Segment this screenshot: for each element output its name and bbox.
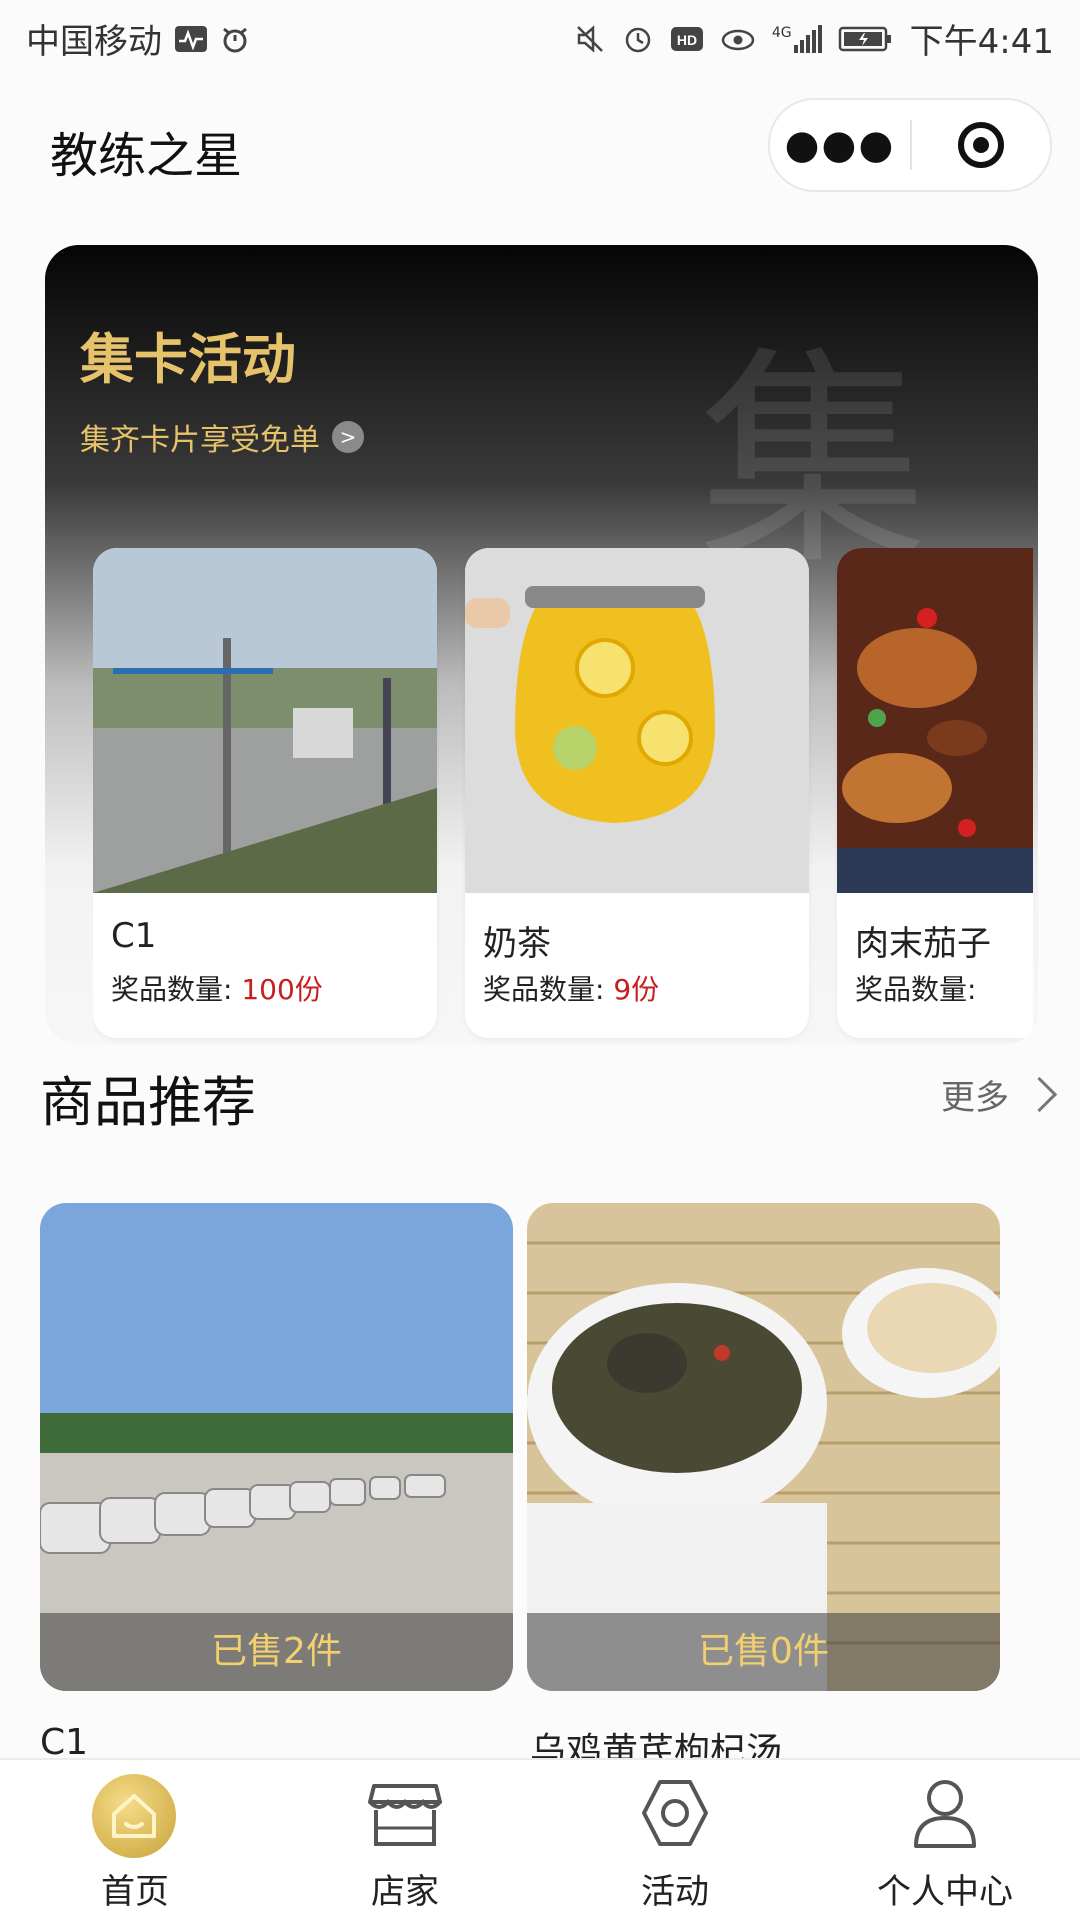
tab-bar: 首页 店家 活动 个人中心 bbox=[0, 1758, 1080, 1922]
tab-store[interactable]: 店家 bbox=[270, 1760, 540, 1922]
target-icon bbox=[958, 122, 1004, 168]
alarm-icon bbox=[625, 27, 651, 52]
tab-label: 活动 bbox=[641, 1872, 709, 1912]
network-type: 4G bbox=[771, 24, 792, 41]
signal-icon: 4G bbox=[771, 24, 822, 53]
prize-qty-label: 奖品数量: bbox=[111, 973, 242, 1006]
prize-qty-label: 奖品数量: bbox=[855, 973, 977, 1006]
eye-icon bbox=[721, 29, 755, 50]
prize-name: 肉末茄子 bbox=[855, 924, 991, 964]
card-activity-panel[interactable]: 集 集卡活动 集齐卡片享受免单 > C1 奖品数量: 100份 奶茶 奖品数量:… bbox=[45, 245, 1038, 1045]
carrier-name: 中国移动 bbox=[26, 22, 162, 62]
activity-icon bbox=[642, 1780, 708, 1846]
prize-image-driving-field bbox=[93, 548, 437, 893]
sold-count-badge: 已售2件 bbox=[40, 1613, 513, 1691]
store-icon bbox=[368, 1784, 442, 1846]
activity-subtitle: 集齐卡片享受免单 bbox=[80, 423, 320, 458]
status-right: HD 4G 下午4:41 bbox=[574, 14, 1054, 63]
mute-icon bbox=[576, 24, 603, 53]
product-name[interactable]: C1 bbox=[40, 1722, 88, 1763]
more-options-icon[interactable]: ●●● bbox=[770, 122, 910, 168]
hd-icon: HD bbox=[670, 26, 703, 51]
prize-name: 奶茶 bbox=[483, 924, 551, 964]
prize-quantity: 奖品数量: 9份 bbox=[483, 968, 659, 1008]
close-mini-program-button[interactable] bbox=[912, 122, 1050, 168]
tab-profile[interactable]: 个人中心 bbox=[810, 1760, 1080, 1922]
product-card[interactable]: 已售0件 bbox=[527, 1203, 1000, 1691]
activity-subtitle-link[interactable]: 集齐卡片享受免单 > bbox=[80, 415, 364, 459]
prize-quantity: 奖品数量: 100份 bbox=[111, 968, 323, 1008]
sold-count-badge: 已售0件 bbox=[527, 1613, 1000, 1691]
mini-program-capsule: ●●● bbox=[768, 98, 1052, 192]
prize-name: C1 bbox=[111, 916, 157, 956]
app-title: 教练之星 bbox=[50, 128, 243, 184]
activity-monitor-icon bbox=[175, 25, 207, 52]
user-icon bbox=[914, 1780, 976, 1848]
prize-card[interactable]: 肉末茄子 奖品数量: bbox=[837, 548, 1033, 1038]
more-label: 更多 bbox=[941, 1078, 1009, 1118]
more-link[interactable]: 更多 bbox=[941, 1070, 1058, 1119]
title-bar: 教练之星 ●●● bbox=[0, 76, 1080, 212]
status-bar: 中国移动 HD 4G 下午4:41 bbox=[0, 0, 1080, 76]
prize-image-eggplant bbox=[837, 548, 1033, 893]
activity-title: 集卡活动 bbox=[80, 328, 296, 391]
section-title: 商品推荐 bbox=[40, 1071, 256, 1134]
prize-qty-value: 9份 bbox=[613, 973, 660, 1006]
tab-activity[interactable]: 活动 bbox=[540, 1760, 810, 1922]
product-card[interactable]: 已售2件 bbox=[40, 1203, 513, 1691]
svg-text:HD: HD bbox=[677, 32, 697, 48]
tab-label: 个人中心 bbox=[877, 1872, 1013, 1912]
prize-carousel[interactable]: C1 奖品数量: 100份 奶茶 奖品数量: 9份 肉末茄子 奖品数量: bbox=[93, 548, 1033, 1043]
home-icon bbox=[92, 1774, 176, 1858]
tab-label: 店家 bbox=[371, 1872, 439, 1912]
prize-qty-label: 奖品数量: bbox=[483, 973, 614, 1006]
battery-icon bbox=[838, 26, 891, 51]
tab-home[interactable]: 首页 bbox=[0, 1760, 270, 1922]
tab-label: 首页 bbox=[101, 1872, 169, 1912]
clock: 下午4:41 bbox=[909, 22, 1054, 62]
alarm-app-icon bbox=[223, 27, 247, 52]
chevron-right-icon bbox=[1021, 1076, 1058, 1113]
prize-image-milk-tea bbox=[465, 548, 809, 893]
prize-card[interactable]: C1 奖品数量: 100份 bbox=[93, 548, 437, 1038]
carrier-group: 中国移动 bbox=[26, 14, 250, 63]
prize-card[interactable]: 奶茶 奖品数量: 9份 bbox=[465, 548, 809, 1038]
prize-qty-value: 100份 bbox=[241, 973, 323, 1006]
arrow-right-icon: > bbox=[332, 421, 364, 453]
prize-quantity: 奖品数量: bbox=[855, 968, 976, 1008]
